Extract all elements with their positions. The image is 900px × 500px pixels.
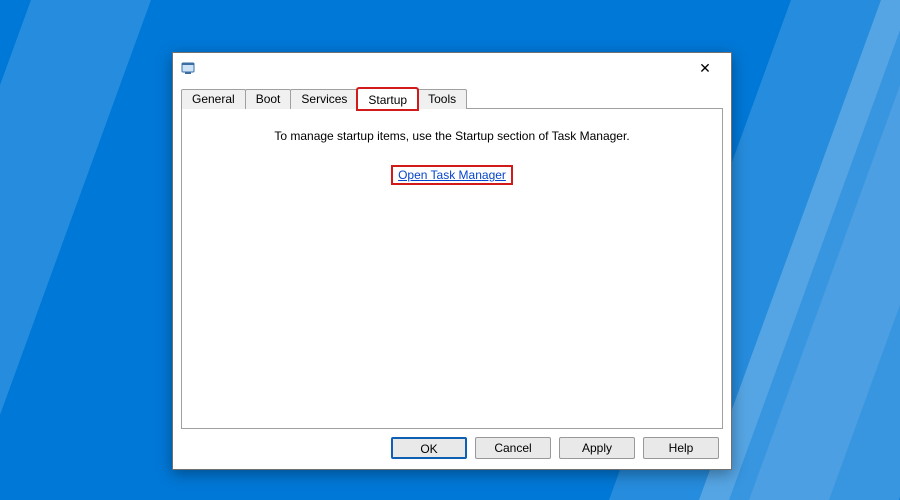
- tab-boot[interactable]: Boot: [245, 89, 292, 109]
- app-icon: [181, 60, 197, 76]
- title-bar[interactable]: ✕: [173, 53, 731, 83]
- tab-services[interactable]: Services: [290, 89, 358, 109]
- link-highlight-box: Open Task Manager: [391, 165, 513, 185]
- close-button[interactable]: ✕: [685, 54, 725, 82]
- tab-general[interactable]: General: [181, 89, 246, 109]
- open-task-manager-link[interactable]: Open Task Manager: [396, 167, 508, 183]
- tab-strip: General Boot Services Startup Tools: [181, 87, 723, 109]
- dialog-button-row: OK Cancel Apply Help: [391, 437, 719, 459]
- startup-message: To manage startup items, use the Startup…: [182, 129, 722, 143]
- desktop-background: ✕ General Boot Services Startup Tools To…: [0, 0, 900, 500]
- msconfig-window: ✕ General Boot Services Startup Tools To…: [172, 52, 732, 470]
- close-icon: ✕: [699, 61, 711, 75]
- help-button[interactable]: Help: [643, 437, 719, 459]
- dialog-client-area: General Boot Services Startup Tools To m…: [181, 87, 723, 429]
- tab-tools[interactable]: Tools: [417, 89, 467, 109]
- tab-panel-startup: To manage startup items, use the Startup…: [181, 108, 723, 429]
- ok-button[interactable]: OK: [391, 437, 467, 459]
- apply-button[interactable]: Apply: [559, 437, 635, 459]
- cancel-button[interactable]: Cancel: [475, 437, 551, 459]
- tab-startup[interactable]: Startup: [357, 88, 418, 110]
